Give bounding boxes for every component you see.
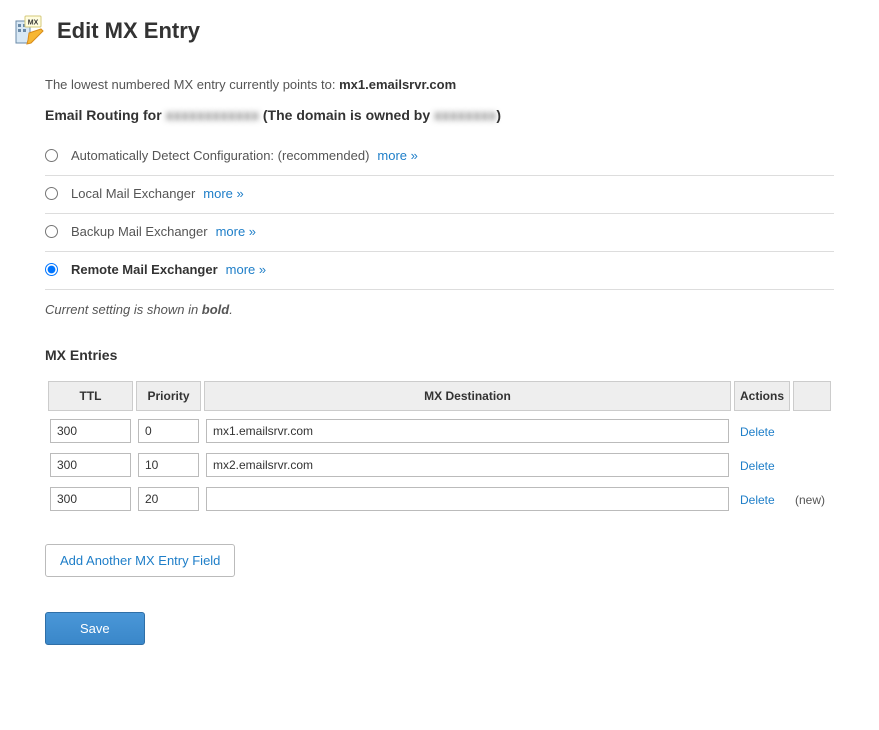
- th-ttl: TTL: [48, 381, 133, 411]
- routing-header: Email Routing for xxxxxxxxxxxx (The doma…: [45, 107, 834, 123]
- radio-remote-label: Remote Mail Exchanger: [71, 262, 218, 277]
- routing-domain-blurred: xxxxxxxxxxxx: [166, 107, 259, 123]
- save-button[interactable]: Save: [45, 612, 145, 645]
- th-blank: [793, 381, 831, 411]
- svg-text:MX: MX: [28, 20, 39, 27]
- delete-link[interactable]: Delete: [736, 493, 775, 507]
- ttl-input[interactable]: [50, 453, 131, 477]
- radio-backup[interactable]: [45, 225, 58, 238]
- th-priority: Priority: [136, 381, 201, 411]
- table-row: Delete (new): [48, 485, 831, 513]
- mx-entry-icon: MX: [15, 15, 47, 47]
- more-link-auto[interactable]: more »: [377, 148, 417, 163]
- mx-info-prefix: The lowest numbered MX entry currently p…: [45, 77, 339, 92]
- more-link-remote[interactable]: more »: [226, 262, 266, 277]
- radio-auto[interactable]: [45, 149, 58, 162]
- table-row: Delete: [48, 451, 831, 479]
- routing-option-backup[interactable]: Backup Mail Exchanger more »: [45, 214, 834, 252]
- radio-auto-label: Automatically Detect Configuration: (rec…: [71, 148, 369, 163]
- delete-link[interactable]: Delete: [736, 425, 775, 439]
- page-title: Edit MX Entry: [57, 18, 200, 44]
- note-bold: bold: [202, 302, 229, 317]
- new-tag: (new): [795, 493, 825, 507]
- destination-input[interactable]: [206, 487, 729, 511]
- destination-input[interactable]: [206, 453, 729, 477]
- mx-entries-table: TTL Priority MX Destination Actions Dele…: [45, 375, 834, 519]
- radio-local-label: Local Mail Exchanger: [71, 186, 195, 201]
- radio-backup-label: Backup Mail Exchanger: [71, 224, 208, 239]
- table-row: Delete: [48, 417, 831, 445]
- add-mx-entry-button[interactable]: Add Another MX Entry Field: [45, 544, 235, 577]
- routing-owner-blurred: xxxxxxxx: [434, 107, 496, 123]
- routing-suffix: ): [496, 107, 501, 123]
- more-link-backup[interactable]: more »: [216, 224, 256, 239]
- ttl-input[interactable]: [50, 419, 131, 443]
- more-link-local[interactable]: more »: [203, 186, 243, 201]
- routing-option-remote[interactable]: Remote Mail Exchanger more »: [45, 252, 834, 290]
- mx-entries-title: MX Entries: [45, 347, 834, 363]
- radio-local[interactable]: [45, 187, 58, 200]
- priority-input[interactable]: [138, 419, 199, 443]
- routing-option-local[interactable]: Local Mail Exchanger more »: [45, 176, 834, 214]
- note-suffix: .: [229, 302, 233, 317]
- mx-info-line: The lowest numbered MX entry currently p…: [45, 77, 834, 92]
- ttl-input[interactable]: [50, 487, 131, 511]
- priority-input[interactable]: [138, 453, 199, 477]
- mx-info-target: mx1.emailsrvr.com: [339, 77, 456, 92]
- note-prefix: Current setting is shown in: [45, 302, 202, 317]
- routing-option-auto[interactable]: Automatically Detect Configuration: (rec…: [45, 138, 834, 176]
- page-header: MX Edit MX Entry: [15, 15, 864, 47]
- th-actions: Actions: [734, 381, 790, 411]
- delete-link[interactable]: Delete: [736, 459, 775, 473]
- priority-input[interactable]: [138, 487, 199, 511]
- destination-input[interactable]: [206, 419, 729, 443]
- routing-prefix: Email Routing for: [45, 107, 166, 123]
- th-destination: MX Destination: [204, 381, 731, 411]
- current-setting-note: Current setting is shown in bold.: [45, 302, 834, 317]
- radio-remote[interactable]: [45, 263, 58, 276]
- routing-middle: (The domain is owned by: [259, 107, 434, 123]
